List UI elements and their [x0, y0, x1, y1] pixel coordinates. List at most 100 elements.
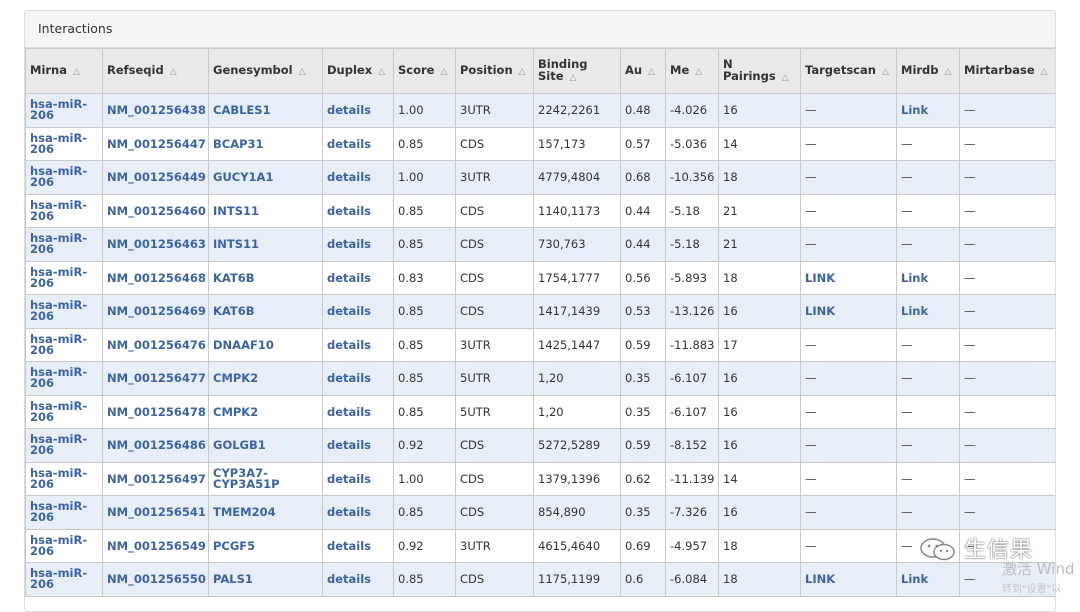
column-header-binding-site[interactable]: Binding Site △	[533, 48, 621, 94]
duplex-link[interactable]: details	[327, 338, 371, 352]
column-header-n-pairings[interactable]: N Pairings △	[718, 48, 801, 94]
targetscan-link[interactable]: LINK	[805, 572, 835, 586]
mirna-link[interactable]: hsa-miR-206	[30, 233, 98, 256]
duplex-link[interactable]: details	[327, 304, 371, 318]
column-header-au[interactable]: Au △	[620, 48, 666, 94]
duplex-link[interactable]: details	[327, 271, 371, 285]
sort-triangle-icon[interactable]: △	[73, 67, 80, 77]
refseqid-link[interactable]: NM_001256463	[107, 237, 206, 251]
sort-triangle-icon[interactable]: △	[299, 67, 306, 77]
duplex-link[interactable]: details	[327, 170, 371, 184]
duplex-link[interactable]: details	[327, 438, 371, 452]
refseqid-link[interactable]: NM_001256477	[107, 371, 206, 385]
refseqid-link[interactable]: NM_001256469	[107, 304, 206, 318]
cell-genesymbol: DNAAF10	[208, 327, 323, 362]
column-header-score[interactable]: Score △	[393, 48, 456, 94]
binding-site-value: 1417,1439	[538, 304, 601, 319]
sort-triangle-icon[interactable]: △	[648, 67, 655, 77]
sort-triangle-icon[interactable]: △	[695, 67, 702, 77]
sort-triangle-icon[interactable]: △	[570, 73, 577, 83]
table-row: hsa-miR-206 NM_001256550 PALS1 details 0.85 C…	[25, 562, 1055, 597]
cell-mirna: hsa-miR-206	[25, 160, 103, 195]
refseqid-link[interactable]: NM_001256468	[107, 271, 206, 285]
column-header-targetscan[interactable]: Targetscan △	[800, 48, 897, 94]
sort-triangle-icon[interactable]: △	[440, 67, 447, 77]
duplex-link[interactable]: details	[327, 572, 371, 586]
mirna-link[interactable]: hsa-miR-206	[30, 501, 98, 524]
refseqid-link[interactable]: NM_001256438	[107, 103, 206, 117]
mirdb-link[interactable]: Link	[901, 103, 928, 117]
refseqid-link[interactable]: NM_001256550	[107, 572, 206, 586]
duplex-link[interactable]: details	[327, 204, 371, 218]
mirna-link[interactable]: hsa-miR-206	[30, 333, 98, 356]
genesymbol-link[interactable]: DNAAF10	[213, 338, 274, 352]
genesymbol-link[interactable]: INTS11	[213, 237, 259, 251]
column-header-refseqid[interactable]: Refseqid △	[102, 48, 209, 94]
cell-me: -13.126	[665, 294, 719, 329]
refseqid-link[interactable]: NM_001256476	[107, 338, 206, 352]
targetscan-link[interactable]: LINK	[805, 271, 835, 285]
genesymbol-link[interactable]: GOLGB1	[213, 438, 266, 452]
genesymbol-link[interactable]: INTS11	[213, 204, 259, 218]
mirdb-link[interactable]: Link	[901, 271, 928, 285]
duplex-link[interactable]: details	[327, 539, 371, 553]
targetscan-value: —	[805, 103, 817, 118]
column-header-me[interactable]: Me △	[665, 48, 719, 94]
mirna-link[interactable]: hsa-miR-206	[30, 367, 98, 390]
mirna-link[interactable]: hsa-miR-206	[30, 467, 98, 490]
duplex-link[interactable]: details	[327, 237, 371, 251]
genesymbol-link[interactable]: BCAP31	[213, 137, 264, 151]
refseqid-link[interactable]: NM_001256460	[107, 204, 206, 218]
genesymbol-link[interactable]: CABLES1	[213, 103, 271, 117]
column-header-mirna[interactable]: Mirna △	[25, 48, 103, 94]
genesymbol-link[interactable]: TMEM204	[213, 505, 276, 519]
column-header-duplex[interactable]: Duplex △	[322, 48, 394, 94]
refseqid-link[interactable]: NM_001256449	[107, 170, 206, 184]
mirna-link[interactable]: hsa-miR-206	[30, 99, 98, 122]
duplex-link[interactable]: details	[327, 103, 371, 117]
genesymbol-link[interactable]: KAT6B	[213, 304, 255, 318]
genesymbol-link[interactable]: CMPK2	[213, 371, 258, 385]
genesymbol-link[interactable]: CYP3A7-CYP3A51P	[213, 467, 318, 490]
sort-triangle-icon[interactable]: △	[378, 67, 385, 77]
sort-triangle-icon[interactable]: △	[945, 67, 952, 77]
duplex-link[interactable]: details	[327, 505, 371, 519]
sort-triangle-icon[interactable]: △	[170, 67, 177, 77]
mirna-link[interactable]: hsa-miR-206	[30, 534, 98, 557]
genesymbol-link[interactable]: PCGF5	[213, 539, 255, 553]
genesymbol-link[interactable]: GUCY1A1	[213, 170, 273, 184]
mirna-link[interactable]: hsa-miR-206	[30, 434, 98, 457]
mirna-link[interactable]: hsa-miR-206	[30, 266, 98, 289]
refseqid-link[interactable]: NM_001256478	[107, 405, 206, 419]
column-header-mirdb[interactable]: Mirdb △	[896, 48, 960, 94]
duplex-link[interactable]: details	[327, 472, 371, 486]
duplex-link[interactable]: details	[327, 405, 371, 419]
refseqid-link[interactable]: NM_001256447	[107, 137, 206, 151]
mirna-link[interactable]: hsa-miR-206	[30, 568, 98, 591]
genesymbol-link[interactable]: CMPK2	[213, 405, 258, 419]
refseqid-link[interactable]: NM_001256541	[107, 505, 206, 519]
refseqid-link[interactable]: NM_001256497	[107, 472, 206, 486]
mirna-link[interactable]: hsa-miR-206	[30, 199, 98, 222]
targetscan-link[interactable]: LINK	[805, 304, 835, 318]
refseqid-link[interactable]: NM_001256486	[107, 438, 206, 452]
sort-triangle-icon[interactable]: △	[782, 73, 789, 83]
mirna-link[interactable]: hsa-miR-206	[30, 166, 98, 189]
mirna-link[interactable]: hsa-miR-206	[30, 300, 98, 323]
sort-triangle-icon[interactable]: △	[519, 67, 526, 77]
genesymbol-link[interactable]: KAT6B	[213, 271, 255, 285]
mirna-link[interactable]: hsa-miR-206	[30, 400, 98, 423]
duplex-link[interactable]: details	[327, 371, 371, 385]
mirna-link[interactable]: hsa-miR-206	[30, 132, 98, 155]
genesymbol-link[interactable]: PALS1	[213, 572, 253, 586]
sort-triangle-icon[interactable]: △	[882, 67, 889, 77]
column-header-mirtarbase[interactable]: Mirtarbase △	[959, 48, 1055, 94]
cell-au: 0.44	[620, 193, 666, 228]
mirdb-link[interactable]: Link	[901, 572, 928, 586]
column-header-genesymbol[interactable]: Genesymbol △	[208, 48, 323, 94]
column-header-position[interactable]: Position △	[455, 48, 534, 94]
sort-triangle-icon[interactable]: △	[1041, 67, 1048, 77]
duplex-link[interactable]: details	[327, 137, 371, 151]
mirdb-link[interactable]: Link	[901, 304, 928, 318]
refseqid-link[interactable]: NM_001256549	[107, 539, 206, 553]
